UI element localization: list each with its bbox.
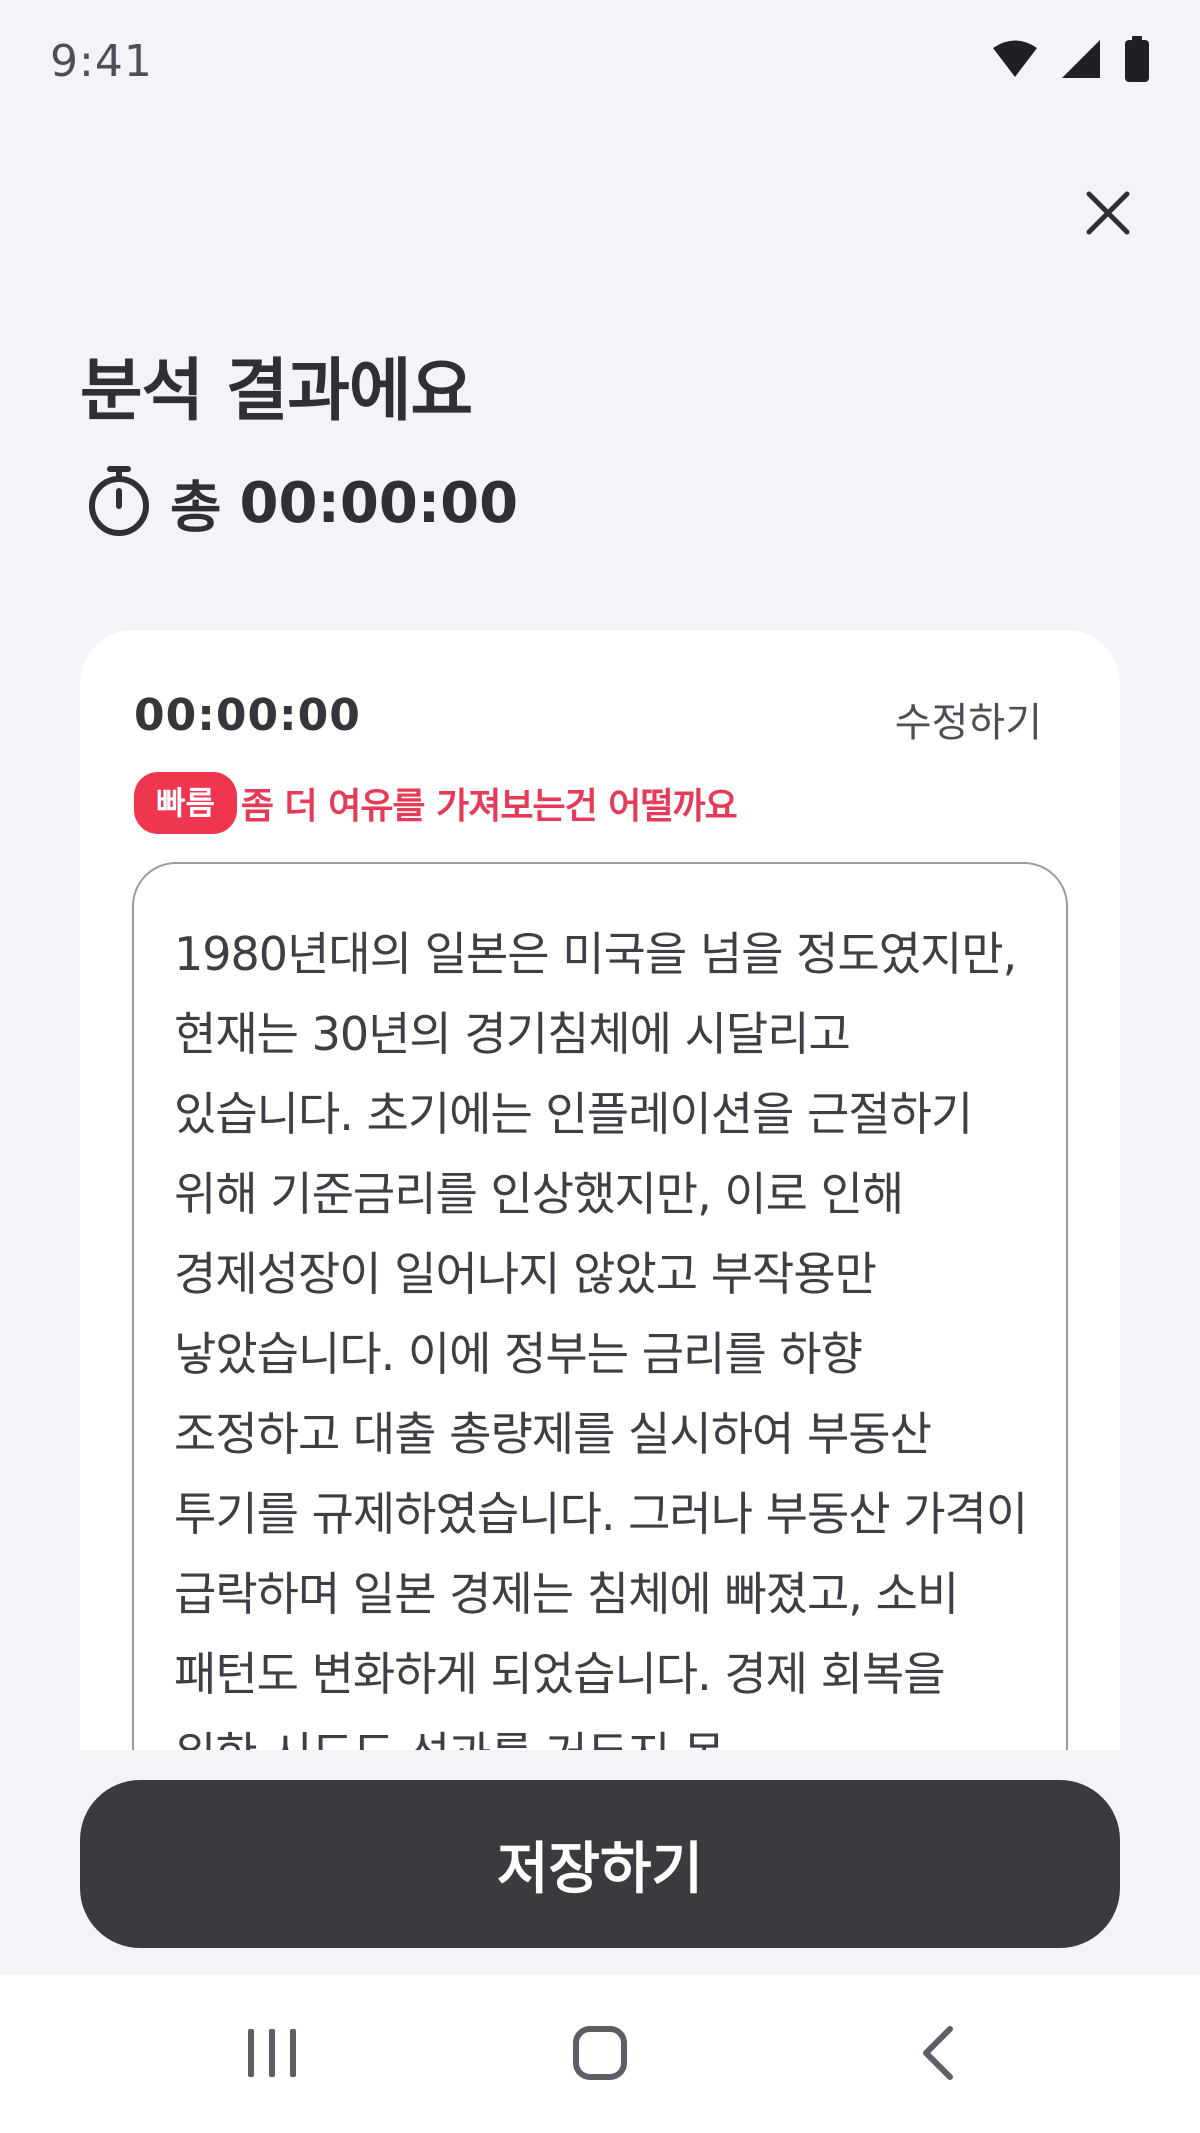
home-icon <box>572 2025 628 2085</box>
stopwatch-icon <box>86 465 152 541</box>
status-bar: 9:41 <box>0 0 1200 120</box>
edit-button[interactable]: 수정하기 <box>895 690 1042 748</box>
transcript-text: 1980년대의 일본은 미국을 넘을 정도였지만, 현재는 30년의 경기침체에… <box>174 927 1028 1750</box>
total-time-value: 00:00:00 <box>239 470 519 536</box>
wifi-icon <box>992 39 1038 83</box>
back-icon <box>918 2025 958 2085</box>
recent-apps-icon <box>244 2027 300 2083</box>
close-button[interactable] <box>1078 185 1138 245</box>
result-card: 00:00:00 수정하기 빠름 좀 더 여유를 가져보는건 어떨까요 1980… <box>80 630 1120 1750</box>
page-title: 분석 결과에요 <box>80 352 473 431</box>
home-button[interactable] <box>540 2005 660 2105</box>
recent-apps-button[interactable] <box>212 2005 332 2105</box>
signal-icon <box>1060 39 1102 83</box>
back-button[interactable] <box>878 2005 998 2105</box>
status-icons <box>992 36 1150 86</box>
battery-icon <box>1124 36 1150 86</box>
transcript-box[interactable]: 1980년대의 일본은 미국을 넘을 정도였지만, 현재는 30년의 경기침체에… <box>132 862 1068 1750</box>
total-time-label: 총 <box>170 475 222 541</box>
total-time: 총 00:00:00 <box>86 463 518 543</box>
speed-feedback: 빠름 좀 더 여유를 가져보는건 어떨까요 <box>134 772 738 834</box>
save-button[interactable]: 저장하기 <box>80 1780 1120 1948</box>
status-time: 9:41 <box>50 36 153 87</box>
close-icon <box>1083 188 1133 242</box>
speed-message: 좀 더 여유를 가져보는건 어떨까요 <box>240 786 738 827</box>
segment-time: 00:00:00 <box>134 690 361 741</box>
navigation-bar <box>0 1975 1200 2133</box>
speed-badge: 빠름 <box>134 772 237 834</box>
